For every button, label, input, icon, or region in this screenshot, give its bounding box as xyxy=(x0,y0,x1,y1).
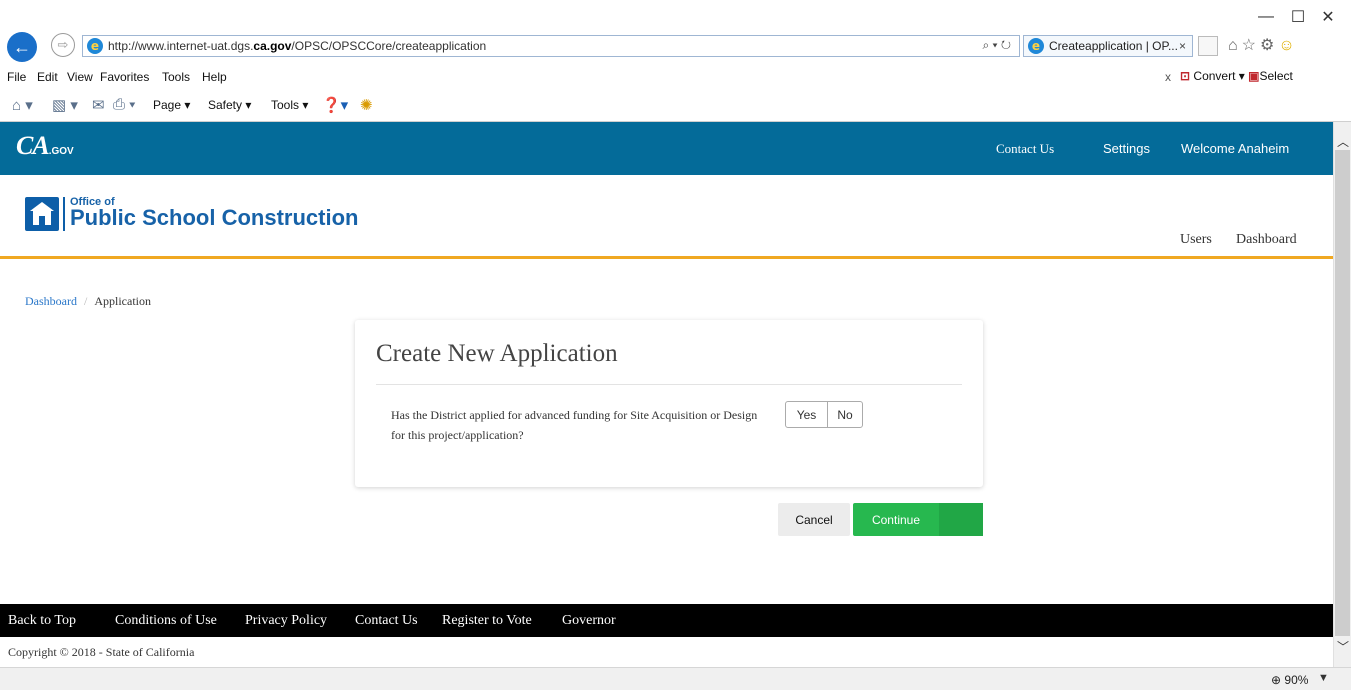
site-header: Office of Public School Construction Use… xyxy=(0,175,1333,259)
create-application-card: Create New Application Has the District … xyxy=(355,320,983,487)
copyright: Copyright © 2018 - State of California xyxy=(8,645,195,659)
topnav-settings[interactable]: Settings xyxy=(1103,141,1150,156)
breadcrumb-dashboard[interactable]: Dashboard xyxy=(25,294,77,308)
convert-button[interactable]: Convert xyxy=(1193,69,1235,83)
url-text: http://www.internet-uat.dgs.ca.gov/OPSC/… xyxy=(108,39,487,53)
site-footer: Back to Top Conditions of Use Privacy Po… xyxy=(0,604,1333,637)
new-tab-button[interactable] xyxy=(1198,36,1218,56)
org-name[interactable]: Public School Construction xyxy=(70,205,358,231)
scroll-thumb[interactable] xyxy=(1335,150,1350,636)
page-menu[interactable]: Page ▾ xyxy=(153,98,190,112)
yes-option[interactable]: Yes xyxy=(786,402,828,427)
footer-register-to-vote[interactable]: Register to Vote xyxy=(442,613,532,629)
toolbar-close-icon[interactable]: x xyxy=(1165,70,1171,84)
card-divider xyxy=(376,384,962,385)
zoom-level[interactable]: ⊕ 90% xyxy=(1271,673,1308,687)
ie-logo-icon: e xyxy=(87,38,103,54)
favorites-star-icon[interactable]: ☆ xyxy=(1242,37,1260,54)
continue-button[interactable]: Continue xyxy=(853,503,983,536)
pdf-icon: ⊡ xyxy=(1180,69,1191,83)
help-icon[interactable]: ❓▾ xyxy=(322,96,348,114)
status-bar: ⊕ 90% ▼ xyxy=(0,667,1351,690)
footer-conditions-of-use[interactable]: Conditions of Use xyxy=(115,613,217,629)
menu-tools[interactable]: Tools xyxy=(162,70,190,84)
select-pdf-icon: ▣ xyxy=(1248,69,1260,83)
print-icon[interactable]: ⎙ ▾ xyxy=(113,96,135,113)
yes-no-toggle: Yes No xyxy=(785,401,863,428)
topnav-contact-us[interactable]: Contact Us xyxy=(996,141,1054,157)
mail-icon[interactable]: ✉ xyxy=(92,96,105,114)
forward-button[interactable]: ⇨ xyxy=(51,33,75,57)
minimize-button[interactable]: — xyxy=(1251,6,1281,28)
footer-governor[interactable]: Governor xyxy=(562,613,616,629)
scroll-up-arrow-icon[interactable]: ︿ xyxy=(1334,132,1351,150)
continue-label: Continue xyxy=(871,512,921,527)
command-bar: ⌂ ▾ ▧ ▾ ✉ ⎙ ▾ Page ▾ Safety ▾ Tools ▾ ❓▾… xyxy=(0,95,700,117)
topnav-welcome-user[interactable]: Welcome Anaheim xyxy=(1181,141,1289,156)
gear-icon[interactable]: ⚙ xyxy=(1260,37,1278,54)
menu-favorites[interactable]: Favorites xyxy=(100,70,149,84)
menu-view[interactable]: View xyxy=(67,70,93,84)
school-building-icon xyxy=(25,197,59,231)
card-title: Create New Application xyxy=(376,340,618,367)
home-cmd-icon[interactable]: ⌂ ▾ xyxy=(12,96,33,114)
zoom-icon: ⊕ xyxy=(1271,673,1282,687)
breadcrumb: Dashboard / Application xyxy=(25,294,151,309)
maximize-button[interactable]: ☐ xyxy=(1283,6,1313,28)
browser-toolbar-icons: ⌂☆⚙☺ xyxy=(1228,35,1299,55)
tab-close-icon[interactable]: × xyxy=(1179,39,1186,53)
feeds-icon[interactable]: ▧ ▾ xyxy=(52,96,78,114)
safety-menu[interactable]: Safety ▾ xyxy=(208,98,251,112)
tab-ie-icon: e xyxy=(1028,38,1044,54)
home-icon[interactable]: ⌂ xyxy=(1228,37,1242,54)
browser-tab[interactable]: e Createapplication | OP... × xyxy=(1023,35,1193,57)
advanced-funding-question: Has the District applied for advanced fu… xyxy=(391,408,758,442)
breadcrumb-separator: / xyxy=(83,294,88,308)
zoom-dropdown-icon[interactable]: ▼ xyxy=(1318,672,1329,684)
footer-contact-us[interactable]: Contact Us xyxy=(355,613,418,629)
breadcrumb-current: Application xyxy=(94,294,151,308)
browser-chrome: — ☐ ✕ ← ⇨ e http://www.internet-uat.dgs.… xyxy=(0,0,1351,122)
footer-back-to-top[interactable]: Back to Top xyxy=(8,613,76,629)
menu-file[interactable]: File xyxy=(7,70,26,84)
nav-dashboard[interactable]: Dashboard xyxy=(1236,232,1297,248)
scroll-down-arrow-icon[interactable]: ﹀ xyxy=(1334,637,1351,655)
close-window-button[interactable]: ✕ xyxy=(1313,6,1343,28)
web-page: CA.GOV Contact Us Settings Welcome Anahe… xyxy=(0,122,1333,667)
no-option[interactable]: No xyxy=(828,402,862,427)
smiley-feedback-icon[interactable]: ☺ xyxy=(1278,37,1298,54)
footer-privacy-policy[interactable]: Privacy Policy xyxy=(245,613,327,629)
tools-menu[interactable]: Tools ▾ xyxy=(271,98,308,112)
search-refresh-icons[interactable]: ⌕ ▾ ↻ xyxy=(982,38,1011,53)
tab-title: Createapplication | OP... xyxy=(1049,39,1178,53)
nav-users[interactable]: Users xyxy=(1180,232,1212,248)
menu-bar: File Edit View Favorites Tools Help x ⊡ … xyxy=(0,66,1351,88)
settings-sun-icon[interactable]: ✺ xyxy=(360,96,373,114)
menu-edit[interactable]: Edit xyxy=(37,70,58,84)
back-button[interactable]: ← xyxy=(7,32,37,62)
convert-pdf-toolbar: ⊡ Convert ▾ ▣Select xyxy=(1180,69,1293,83)
vertical-scrollbar[interactable]: ︿ ﹀ xyxy=(1333,122,1351,667)
select-button[interactable]: Select xyxy=(1259,69,1292,83)
cancel-button[interactable]: Cancel xyxy=(778,503,850,536)
menu-help[interactable]: Help xyxy=(202,70,227,84)
ca-gov-logo[interactable]: CA.GOV xyxy=(16,131,74,161)
ca-gov-top-bar: CA.GOV Contact Us Settings Welcome Anahe… xyxy=(0,122,1333,175)
address-bar[interactable]: e http://www.internet-uat.dgs.ca.gov/OPS… xyxy=(82,35,1020,57)
